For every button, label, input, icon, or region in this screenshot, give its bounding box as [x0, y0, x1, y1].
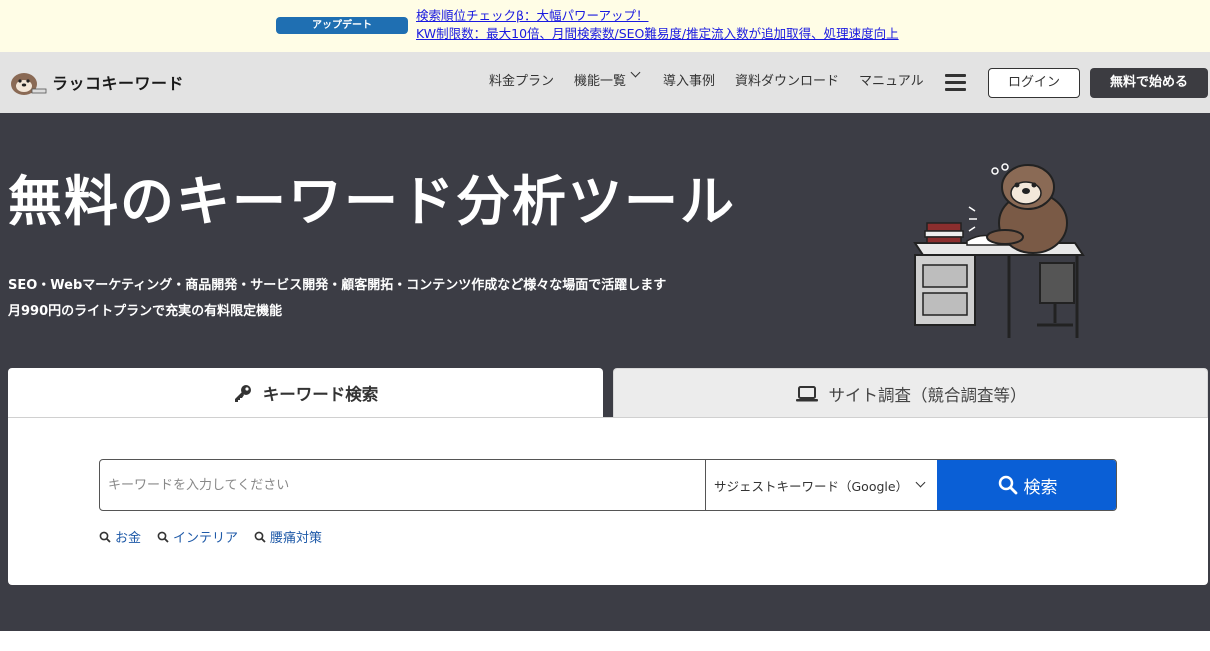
search-tabs: キーワード検索 サイト調査（競合調査等）: [8, 368, 1208, 418]
nav-label: 導入事例: [663, 74, 716, 89]
logo[interactable]: ラッコキーワード: [8, 67, 184, 97]
key-icon: [234, 385, 251, 402]
nav-item-features[interactable]: 機能一覧: [574, 67, 641, 92]
chevron-down-icon: [630, 67, 641, 78]
nav-item-manual[interactable]: マニュアル: [859, 72, 924, 92]
suggested-keyword-label: 腰痛対策: [270, 531, 323, 546]
logo-text: ラッコキーワード: [52, 74, 185, 93]
suggested-keyword-link[interactable]: インテリア: [157, 527, 238, 546]
tab-keyword-search[interactable]: キーワード検索: [8, 368, 603, 418]
search-card: サジェストキーワード（Google） 検索 お金: [8, 417, 1208, 585]
tab-site-label: サイト調査（競合調査等）: [828, 385, 1027, 405]
hero-section: 無料のキーワード分析ツール SEO・Webマーケティング・商品開発・サービス開発…: [0, 113, 1210, 631]
suggested-keyword-link[interactable]: お金: [99, 527, 141, 546]
announcement-bar: アップデート 検索順位チェックβ：大幅パワーアップ！ KW制限数：最大10倍、月…: [0, 0, 1210, 52]
otter-logo-icon: [11, 73, 47, 95]
search-bar: サジェストキーワード（Google） 検索: [99, 459, 1117, 511]
menu-icon[interactable]: [945, 74, 966, 91]
suggested-keyword-label: インテリア: [173, 531, 239, 546]
nav-item-download[interactable]: 資料ダウンロード: [735, 72, 839, 92]
page-bottom: [0, 631, 1210, 651]
search-icon: [157, 531, 169, 543]
start-free-button[interactable]: 無料で始める: [1090, 68, 1208, 98]
search-icon: [254, 531, 266, 543]
login-button[interactable]: ログイン: [988, 68, 1080, 98]
otter-desk-illustration-icon: [913, 163, 1085, 338]
nav-item-cases[interactable]: 導入事例: [663, 72, 715, 92]
announcement-link-1[interactable]: 検索順位チェックβ：大幅パワーアップ！: [416, 8, 648, 24]
hero-subtitle: SEO・Webマーケティング・商品開発・サービス開発・顧客開拓・コンテンツ作成な…: [8, 278, 667, 293]
tab-keyword-label: キーワード検索: [262, 385, 379, 404]
search-icon: [998, 475, 1017, 495]
search-icon: [99, 531, 111, 543]
search-source-select[interactable]: サジェストキーワード（Google）: [705, 460, 937, 510]
nav-label: 資料ダウンロード: [735, 74, 840, 89]
search-button[interactable]: 検索: [937, 460, 1116, 510]
nav-label: 料金プラン: [489, 74, 555, 89]
search-button-label: 検索: [1023, 477, 1058, 498]
search-source-value: サジェストキーワード（Google）: [714, 478, 909, 494]
hero-title: 無料のキーワード分析ツール: [8, 170, 736, 233]
suggested-keyword-link[interactable]: 腰痛対策: [254, 527, 322, 546]
update-badge: アップデート: [276, 17, 408, 34]
nav-item-pricing[interactable]: 料金プラン: [489, 72, 554, 92]
announcement-link-2[interactable]: KW制限数：最大10倍、月間検索数/SEO難易度/推定流入数が追加取得、処理速度…: [416, 26, 899, 42]
chevron-down-icon: [915, 477, 926, 487]
suggested-keyword-label: お金: [115, 531, 142, 546]
nav-label: 機能一覧: [574, 74, 627, 89]
suggested-keywords: お金 インテリア 腰痛対策: [99, 527, 338, 546]
nav-label: マニュアル: [859, 74, 924, 89]
site-header: ラッコキーワード 料金プラン 機能一覧 導入事例 資料ダウンロード マニュアル …: [0, 52, 1210, 113]
hero-plan-note: 月990円のライトプランで充実の有料限定機能: [8, 304, 283, 319]
laptop-icon: [795, 385, 818, 401]
keyword-search-input[interactable]: [100, 460, 705, 510]
tab-site-research[interactable]: サイト調査（競合調査等）: [613, 368, 1208, 418]
